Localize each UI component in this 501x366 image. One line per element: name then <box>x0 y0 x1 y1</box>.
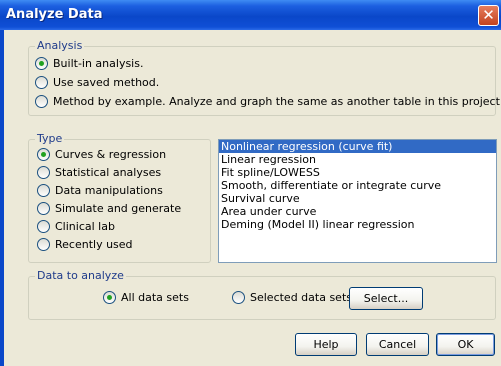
ok-button[interactable]: OK <box>436 333 495 356</box>
title-bar[interactable]: Analyze Data ✕ <box>0 0 501 30</box>
radio-icon <box>232 290 245 304</box>
cancel-button[interactable]: Cancel <box>366 333 429 356</box>
radio-label: Clinical lab <box>55 220 115 233</box>
window-border <box>0 30 4 366</box>
radio-clinical-lab[interactable]: Clinical lab <box>37 219 115 235</box>
radio-label: Recently used <box>55 238 133 251</box>
radio-data-manipulations[interactable]: Data manipulations <box>37 183 163 199</box>
radio-built-in-analysis[interactable]: Built-in analysis. <box>35 56 143 72</box>
radio-use-saved-method[interactable]: Use saved method. <box>35 75 159 91</box>
window-title: Analyze Data <box>6 7 103 22</box>
radio-icon <box>35 94 48 108</box>
radio-all-data-sets[interactable]: All data sets <box>103 290 189 306</box>
radio-label: Simulate and generate <box>55 202 182 215</box>
radio-label: Built-in analysis. <box>53 57 144 70</box>
help-button[interactable]: Help <box>295 333 357 356</box>
analysis-listbox[interactable]: Nonlinear regression (curve fit) Linear … <box>218 139 497 263</box>
data-to-analyze-legend: Data to analyze <box>35 269 126 282</box>
select-button[interactable]: Select... <box>349 287 423 310</box>
radio-label: Statistical analyses <box>55 166 162 179</box>
radio-icon <box>37 237 50 251</box>
list-item-area-under-curve[interactable]: Area under curve <box>219 205 496 218</box>
radio-label: Data manipulations <box>55 184 163 197</box>
radio-icon <box>37 165 50 179</box>
radio-method-by-example[interactable]: Method by example. Analyze and graph the… <box>35 94 501 110</box>
list-item-smooth-curve[interactable]: Smooth, differentiate or integrate curve <box>219 179 496 192</box>
radio-label: Curves & regression <box>55 148 167 161</box>
list-item-survival-curve[interactable]: Survival curve <box>219 192 496 205</box>
radio-label: All data sets <box>121 291 189 304</box>
list-item-deming-regression[interactable]: Deming (Model II) linear regression <box>219 218 496 231</box>
list-item-linear-regression[interactable]: Linear regression <box>219 153 496 166</box>
radio-label: Selected data sets <box>250 291 352 304</box>
analyze-data-dialog: Analyze Data ✕ Analysis Built-in analysi… <box>0 0 501 366</box>
radio-label: Method by example. Analyze and graph the… <box>53 95 501 108</box>
radio-icon <box>35 75 48 89</box>
radio-icon <box>37 219 50 233</box>
radio-icon <box>37 183 50 197</box>
list-item-fit-spline[interactable]: Fit spline/LOWESS <box>219 166 496 179</box>
radio-curves-regression[interactable]: Curves & regression <box>37 147 166 163</box>
radio-icon <box>37 147 50 161</box>
list-item-nonlinear-regression[interactable]: Nonlinear regression (curve fit) <box>219 140 496 153</box>
radio-selected-data-sets[interactable]: Selected data sets <box>232 290 352 306</box>
radio-icon <box>103 290 116 304</box>
type-legend: Type <box>35 132 65 145</box>
analysis-legend: Analysis <box>35 39 85 52</box>
radio-icon <box>35 56 48 70</box>
close-icon: ✕ <box>482 6 495 24</box>
radio-icon <box>37 201 50 215</box>
radio-label: Use saved method. <box>53 76 160 89</box>
radio-recently-used[interactable]: Recently used <box>37 237 133 253</box>
radio-simulate-generate[interactable]: Simulate and generate <box>37 201 181 217</box>
radio-statistical-analyses[interactable]: Statistical analyses <box>37 165 161 181</box>
close-button[interactable]: ✕ <box>478 5 499 26</box>
